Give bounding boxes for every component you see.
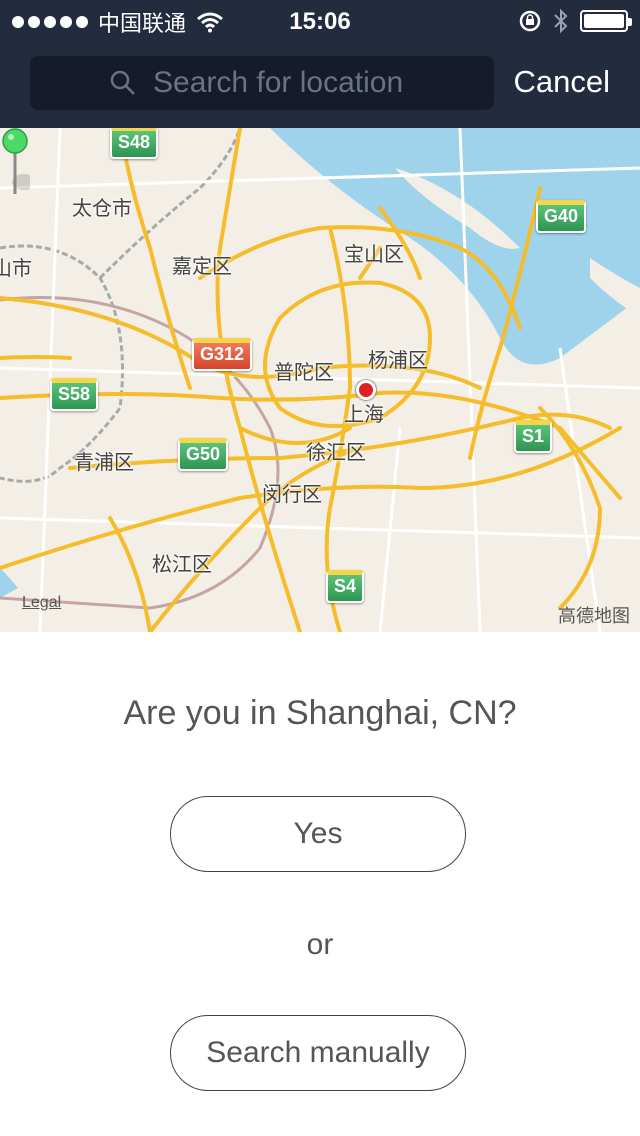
map-label-shanghai: 上海 — [344, 402, 384, 426]
map-label-xuhui: 徐汇区 — [306, 440, 366, 464]
current-location-marker — [356, 380, 376, 400]
map-view[interactable]: 太仓市 嘉定区 宝山区 普陀区 杨浦区 上海 徐汇区 青浦区 闵行区 松江区 山… — [0, 128, 640, 632]
highway-shield-g50: G50 — [178, 438, 229, 471]
map-label-qingpu: 青浦区 — [74, 450, 134, 474]
search-icon — [110, 70, 135, 95]
highway-shield-g40: G40 — [536, 200, 587, 233]
highway-shield-s58: S58 — [50, 378, 99, 411]
map-label-baoshan: 宝山区 — [344, 242, 404, 266]
map-provider-label: 高德地图 — [558, 606, 630, 627]
legal-link[interactable]: Legal — [22, 594, 61, 612]
search-manually-button[interactable]: Search manually — [170, 1015, 466, 1091]
map-label-putuo: 普陀区 — [274, 360, 334, 384]
top-bar: 中国联通 15:06 Search for location Cancel — [0, 0, 640, 128]
map-label-edge-city: 山市 — [0, 256, 32, 280]
search-bar[interactable] — [30, 56, 494, 110]
status-bar: 中国联通 15:06 — [0, 0, 640, 40]
highway-shield-g312: G312 — [192, 338, 253, 371]
rotation-lock-icon — [519, 10, 541, 32]
status-right — [518, 8, 632, 34]
map-label-yangpu: 杨浦区 — [368, 348, 428, 372]
yes-button[interactable]: Yes — [170, 796, 466, 872]
map-label-jiading: 嘉定区 — [172, 254, 232, 278]
location-pin-icon[interactable] — [0, 128, 30, 198]
map-label-taicang: 太仓市 — [72, 196, 132, 220]
highway-shield-s48: S48 — [110, 128, 159, 159]
bluetooth-icon — [554, 8, 568, 34]
location-question: Are you in Shanghai, CN? — [123, 694, 517, 732]
cancel-button[interactable]: Cancel — [514, 64, 611, 100]
map-label-minhang: 闵行区 — [262, 482, 322, 506]
highway-shield-s1: S1 — [514, 420, 553, 453]
map-label-songjiang: 松江区 — [152, 552, 212, 576]
battery-icon — [580, 10, 632, 32]
search-input[interactable] — [151, 65, 415, 101]
highway-shield-s4: S4 — [326, 570, 365, 603]
or-separator: or — [306, 928, 334, 961]
